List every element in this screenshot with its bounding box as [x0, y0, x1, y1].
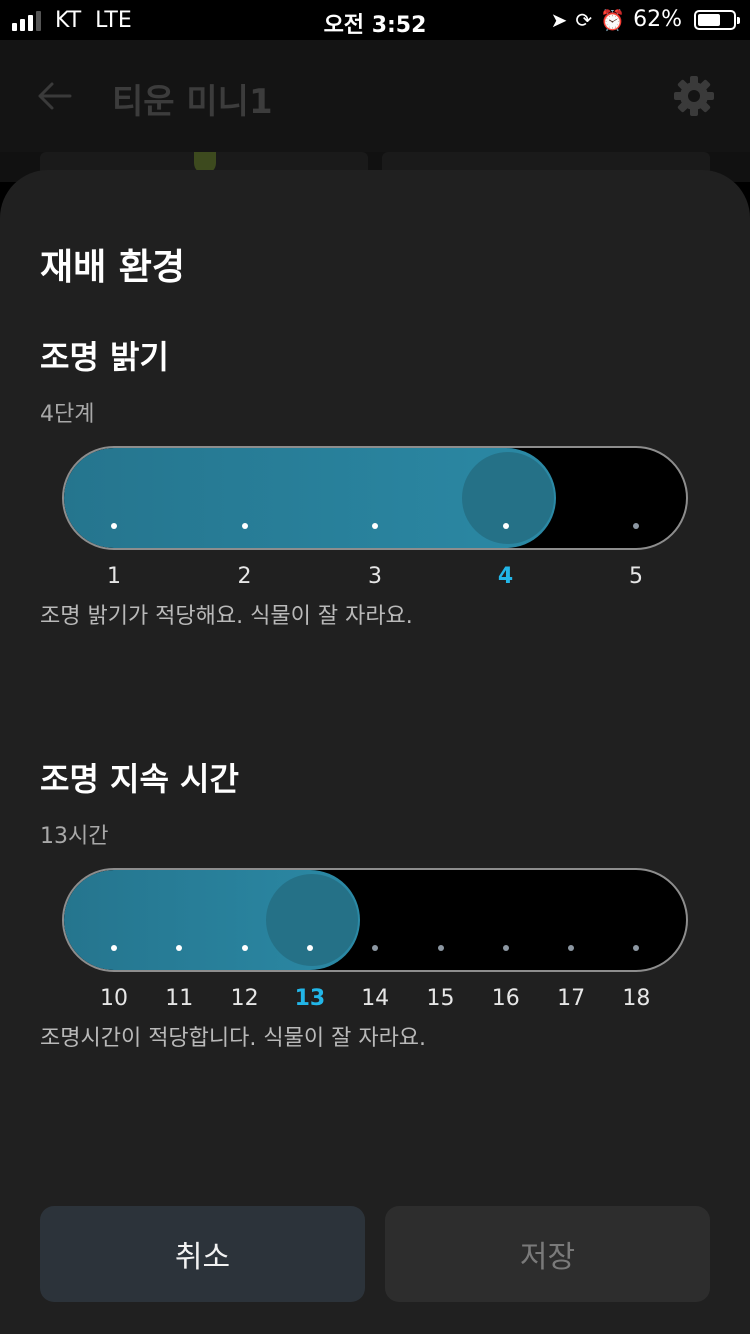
duration-slider-thumb[interactable]	[265, 874, 358, 966]
brightness-step-dot[interactable]	[502, 523, 509, 529]
duration-slider[interactable]	[62, 868, 688, 972]
duration-step-dot[interactable]	[568, 945, 575, 951]
brightness-value: 4단계	[40, 402, 95, 427]
device-title: 티운 미니1	[112, 82, 273, 122]
duration-title: 조명 지속 시간	[40, 760, 239, 798]
brightness-slider[interactable]	[62, 446, 688, 550]
brightness-step-label[interactable]: 5	[606, 564, 666, 589]
status-right: ➤ ⟳ ⏰ 62%	[550, 7, 740, 32]
brightness-step-label[interactable]: 1	[84, 564, 144, 589]
app-bar: 티운 미니1	[0, 40, 750, 152]
sheet-title: 재배 환경	[40, 247, 186, 288]
brightness-title: 조명 밝기	[40, 338, 169, 376]
alarm-icon: ⏰	[600, 7, 626, 32]
duration-step-dot[interactable]	[306, 945, 313, 951]
duration-step-label[interactable]: 13	[280, 986, 340, 1011]
brightness-step-dot[interactable]	[241, 523, 248, 529]
brightness-step-label[interactable]: 3	[345, 564, 405, 589]
brightness-step-dot[interactable]	[372, 523, 378, 529]
duration-step-dot[interactable]	[437, 945, 444, 951]
duration-step-label[interactable]: 12	[215, 986, 275, 1011]
status-bar: KT LTE 오전 3:52 ➤ ⟳ ⏰ 62%	[0, 0, 750, 40]
battery-percent: 62%	[633, 7, 682, 32]
battery-icon	[694, 9, 740, 30]
orientation-lock-icon: ⟳	[575, 7, 593, 32]
duration-step-label[interactable]: 18	[606, 986, 666, 1011]
brightness-message: 조명 밝기가 적당해요. 식물이 잘 자라요.	[40, 604, 413, 629]
duration-step-label[interactable]: 17	[541, 986, 601, 1011]
duration-step-label[interactable]: 10	[84, 986, 144, 1011]
brightness-step-dot[interactable]	[111, 523, 117, 529]
gear-icon[interactable]	[672, 74, 716, 118]
grow-environment-sheet: 재배 환경 조명 밝기 4단계 12345 조명 밝기가 적당해요. 식물이 잘…	[0, 170, 750, 1334]
location-arrow-icon: ➤	[550, 7, 568, 32]
brightness-tick-labels: 1 2 3 4 5	[0, 564, 750, 594]
brightness-step-label[interactable]: 2	[215, 564, 275, 589]
cancel-button[interactable]: 취소	[40, 1206, 365, 1302]
save-button[interactable]: 저장	[385, 1206, 710, 1302]
duration-step-dot[interactable]	[111, 945, 117, 951]
duration-step-dot[interactable]	[241, 945, 248, 951]
duration-step-dot[interactable]	[372, 945, 379, 951]
duration-step-label[interactable]: 11	[149, 986, 209, 1011]
back-arrow-icon[interactable]	[34, 78, 74, 114]
duration-message: 조명시간이 적당합니다. 식물이 잘 자라요.	[40, 1026, 427, 1051]
duration-step-label[interactable]: 15	[411, 986, 471, 1011]
brightness-step-dot[interactable]	[633, 523, 639, 529]
duration-step-dot[interactable]	[633, 945, 640, 951]
duration-value: 13시간	[40, 824, 109, 849]
duration-step-dot[interactable]	[502, 945, 509, 951]
duration-tick-labels: 10 11 12 13 14 15 16 17 18	[0, 986, 750, 1016]
brightness-step-label[interactable]: 4	[476, 564, 536, 589]
duration-step-label[interactable]: 14	[345, 986, 405, 1011]
brightness-slider-thumb[interactable]	[461, 452, 554, 544]
duration-step-label[interactable]: 16	[476, 986, 536, 1011]
